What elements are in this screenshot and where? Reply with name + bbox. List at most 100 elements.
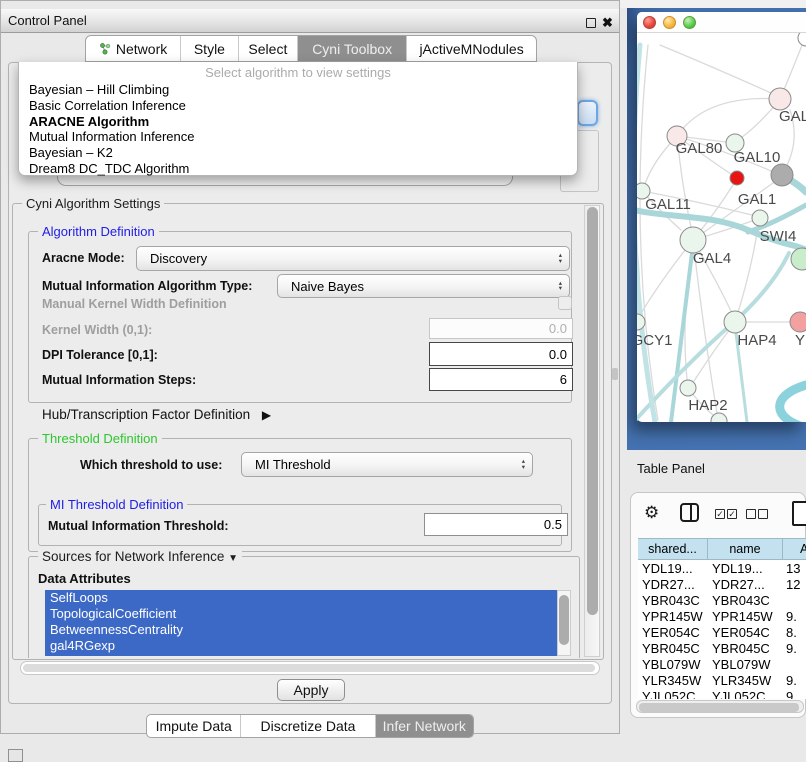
network-node-gal1[interactable] [752,210,768,226]
tab-style[interactable]: Style [181,36,239,61]
column-header-shared-name[interactable]: shared... [638,539,708,559]
tab-infer-network[interactable]: Infer Network [376,715,473,737]
node-label: GAL80 [676,140,723,157]
table-body[interactable]: YDL19...YDL19...13YDR27...YDR27...12YBR0… [638,560,806,699]
network-window[interactable]: GALGAL80GAL10GAL1GAL11SWI4GAL4GCY1HAP4YH… [637,12,806,422]
attribute-list-item[interactable]: gal4RGexp [45,638,557,654]
mi-threshold-value: 0.5 [544,517,562,532]
kernel-width-input[interactable]: 0.0 [429,318,573,339]
combo-stepper-icon: ▴▾ [559,275,562,297]
combo-stepper-icon: ▴▾ [522,453,525,476]
close-icon[interactable]: ✖ [602,16,613,29]
restore-icon[interactable] [586,18,596,28]
settings-scrollbar-track[interactable] [584,205,600,657]
data-attributes-label: Data Attributes [38,571,131,586]
zoom-light[interactable] [683,16,696,29]
network-node[interactable] [730,171,744,185]
tab-discretize-data-label: Discretize Data [261,718,356,734]
window-title: Control Panel [8,13,87,28]
network-node[interactable] [711,413,727,422]
algorithm-option[interactable]: Mutual Information Inference [19,129,577,145]
apply-button[interactable]: Apply [277,679,345,701]
manual-kernel-checkbox[interactable] [558,296,572,310]
attribute-list-item[interactable]: BetweennessCentrality [45,622,557,638]
hub-definition-toggle[interactable]: Hub/Transcription Factor Definition ▶ [42,407,271,422]
aracne-mode-label: Aracne Mode: [42,251,125,265]
algorithm-option[interactable]: Dream8 DC_TDC Algorithm [19,161,577,177]
algorithm-option[interactable]: ARACNE Algorithm [19,114,577,130]
mi-threshold-input[interactable]: 0.5 [424,513,568,536]
network-node-hap4[interactable] [724,311,746,333]
network-node-gal[interactable] [769,88,791,110]
float-panel-icon[interactable] [8,749,23,762]
algorithm-dropdown: Select algorithm to view settings Bayesi… [18,62,578,176]
tab-discretize-data[interactable]: Discretize Data [241,715,375,737]
split-column-icon[interactable] [680,503,699,522]
network-node-swi4[interactable] [791,248,806,270]
control-panel-titlebar[interactable] [1,9,619,33]
which-threshold-combo[interactable]: MI Threshold ▴▾ [241,452,533,477]
algorithm-option[interactable]: Basic Correlation Inference [19,98,577,114]
table-hscrollbar-thumb[interactable] [639,703,799,712]
column-header-name[interactable]: name [708,539,783,559]
gear-icon[interactable]: ⚙ [644,504,659,522]
network-node-y[interactable] [790,312,806,332]
panel-splitter-handle[interactable] [612,368,618,380]
sources-legend[interactable]: Sources for Network Inference ▼ [38,549,242,564]
algorithm-option[interactable]: Bayesian – K2 [19,145,577,161]
tab-network[interactable]: Network [86,36,181,61]
network-canvas[interactable]: GALGAL80GAL10GAL1GAL11SWI4GAL4GCY1HAP4YH… [637,33,806,422]
attributes-scrollbar-thumb[interactable] [559,595,569,645]
node-label: HAP4 [737,332,776,349]
settings-scrollbar-thumb[interactable] [587,207,598,615]
column-header-partial[interactable]: A [783,539,806,559]
algorithm-option[interactable]: Bayesian – Hill Climbing [19,82,577,98]
settings-hscrollbar-thumb[interactable] [23,664,595,672]
table-row[interactable]: YBR045CYBR045C9. [638,640,806,656]
data-attributes-list[interactable]: SelfLoopsTopologicalCoefficientBetweenne… [45,590,557,656]
network-edge[interactable] [637,45,655,422]
attribute-list-item[interactable]: TopologicalCoefficient [45,606,557,622]
mi-threshold-definition-legend: MI Threshold Definition [46,497,187,512]
network-node[interactable] [771,164,793,186]
tab-jactivemnodules[interactable]: jActiveMNodules [407,36,536,61]
aracne-mode-combo[interactable]: Discovery ▴▾ [136,246,570,271]
bottom-tabbar: Impute Data Discretize Data Infer Networ… [146,714,474,738]
table-row[interactable]: YPR145WYPR145W9. [638,608,806,624]
settings-hscrollbar-track[interactable] [20,661,600,675]
table-cell: YDR27... [708,577,783,592]
page-icon[interactable] [792,501,806,526]
table-row[interactable]: YBR043CYBR043C [638,592,806,608]
network-edge[interactable] [640,45,658,420]
tab-cyni-toolbox[interactable]: Cyni Toolbox [298,36,407,61]
table-cell: YJL052C [638,689,708,700]
focused-combo-stepper-partial[interactable] [577,100,598,126]
network-node-hap2[interactable] [680,380,696,396]
table-row[interactable]: YER054CYER054C8. [638,624,806,640]
select-all-icon[interactable]: ✓✓ [715,509,737,519]
network-edge[interactable] [660,45,771,93]
close-light[interactable] [643,16,656,29]
dpi-tolerance-value: 0.0 [549,347,567,362]
table-row[interactable]: YJL052CYJL052C9. [638,688,806,699]
table-row[interactable]: YDL19...YDL19...13 [638,560,806,576]
which-threshold-value: MI Threshold [255,457,331,472]
deselect-all-icon[interactable] [746,509,768,519]
mi-steps-input[interactable]: 6 [429,368,573,391]
table-row[interactable]: YLR345WYLR345W9. [638,672,806,688]
dpi-tolerance-input[interactable]: 0.0 [429,342,573,366]
minimize-light[interactable] [663,16,676,29]
dpi-tolerance-label: DPI Tolerance [0,1]: [42,348,158,362]
attributes-scrollbar-track[interactable] [557,590,571,656]
table-row[interactable]: YDR27...YDR27...12 [638,576,806,592]
tab-impute-data[interactable]: Impute Data [147,715,241,737]
mi-algorithm-type-combo[interactable]: Naive Bayes ▴▾ [277,274,570,298]
dropdown-placeholder: Select algorithm to view settings [19,62,577,82]
table-row[interactable]: YBL079WYBL079W [638,656,806,672]
network-node[interactable] [798,33,806,46]
table-hscrollbar-track[interactable] [636,700,804,713]
tab-select[interactable]: Select [239,36,298,61]
network-edge[interactable] [780,385,806,422]
attribute-list-item[interactable]: SelfLoops [45,590,557,606]
network-window-titlebar[interactable] [637,12,806,33]
